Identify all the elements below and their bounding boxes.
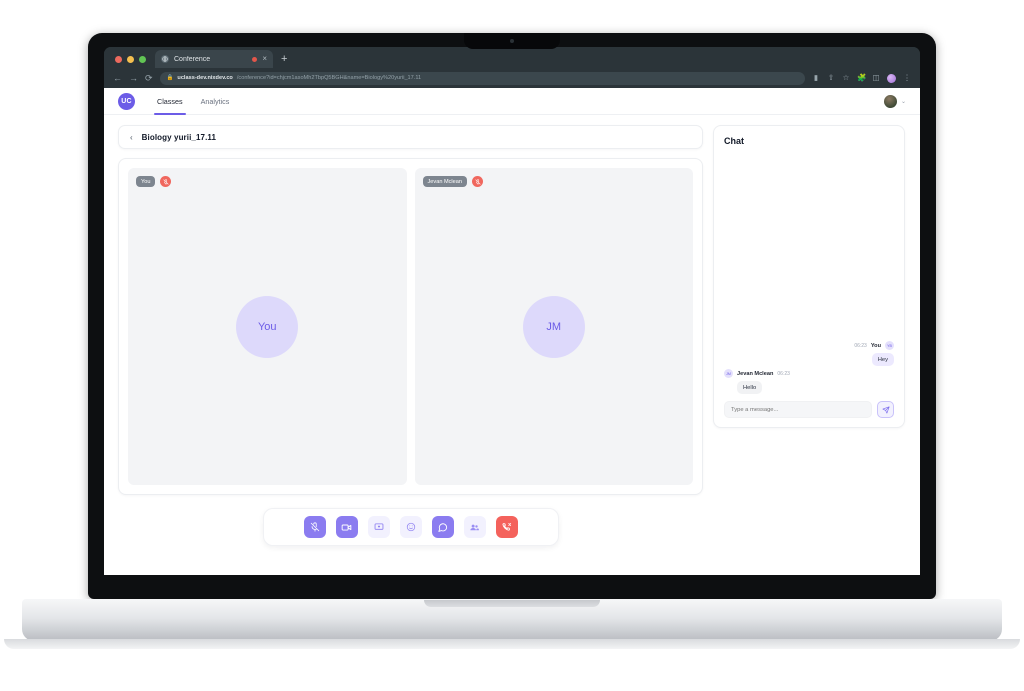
tab-classes[interactable]: Classes — [154, 88, 186, 115]
camera-icon — [341, 522, 352, 533]
avatar: JM — [724, 369, 733, 378]
close-window-button[interactable] — [115, 56, 122, 63]
reactions-button[interactable] — [399, 516, 422, 538]
account-menu[interactable]: ⌄ — [883, 94, 906, 108]
back-icon[interactable]: ← — [113, 73, 122, 83]
tile-header: You — [136, 176, 172, 187]
omnibox-actions: ▮ ⇧ ☆ 🧩 ◫ ⋮ — [812, 73, 911, 83]
message-timestamp: 06:23 — [854, 342, 867, 349]
page-title: Biology yurii_17.11 — [141, 132, 217, 142]
page-viewport: UC Classes Analytics ⌄ ‹ Biology yurii_1… — [104, 88, 920, 575]
lock-icon: 🔒 — [166, 75, 174, 81]
message-author: Jevan Mclean — [737, 370, 774, 377]
close-tab-button[interactable]: × — [262, 55, 267, 63]
room-title-bar: ‹ Biology yurii_17.11 — [118, 125, 703, 149]
participants-button[interactable] — [463, 516, 486, 538]
app-nav-tabs: Classes Analytics — [154, 88, 230, 115]
participant-avatar: JM — [522, 295, 585, 358]
video-tile-jevan-mclean[interactable]: Jevan Mclean JM — [414, 168, 693, 485]
avatar: YB — [885, 341, 894, 350]
participant-name-badge: Jevan Mclean — [422, 176, 468, 187]
send-message-button[interactable] — [877, 401, 894, 418]
mic-off-icon — [472, 176, 484, 187]
microphone-toggle-button[interactable] — [303, 516, 326, 538]
page-content: ‹ Biology yurii_17.11 You You Jevan Mcle… — [104, 115, 920, 546]
chat-panel: Chat 06:23 You YB Hey JM Jevan Mclean 06… — [713, 125, 905, 428]
people-icon — [469, 522, 480, 533]
webcam-icon — [510, 39, 514, 43]
globe-icon — [161, 55, 169, 63]
video-stage: You You Jevan Mclean JM — [118, 158, 703, 495]
message-bubble: Hello — [737, 381, 763, 394]
browser-window: Conference × + ← → ⟳ 🔒 uclass-dev.nixdev… — [104, 47, 920, 575]
profile-avatar-icon[interactable] — [887, 73, 896, 83]
emoji-icon — [406, 522, 416, 532]
share-icon[interactable]: ⇧ — [827, 74, 835, 82]
screen-share-icon — [374, 522, 384, 532]
url-domain: uclass-dev.nixdev.co — [177, 75, 233, 81]
new-tab-button[interactable]: + — [273, 53, 295, 68]
mic-off-icon — [160, 176, 172, 187]
send-paper-plane-icon — [882, 406, 890, 414]
reload-icon[interactable]: ⟳ — [145, 73, 153, 83]
avatar[interactable] — [883, 94, 897, 108]
browser-tab[interactable]: Conference × — [155, 50, 273, 68]
laptop-foot — [4, 639, 1020, 649]
chat-panel-title: Chat — [724, 136, 744, 146]
chat-toggle-button[interactable] — [431, 516, 454, 538]
message-author: You — [870, 342, 881, 349]
address-bar[interactable]: 🔒 uclass-dev.nixdev.co /conference?id=ch… — [159, 71, 805, 85]
tile-header: Jevan Mclean — [422, 176, 484, 187]
conference-column: ‹ Biology yurii_17.11 You You Jevan Mcle… — [118, 125, 703, 546]
message-bubble: Hey — [871, 353, 894, 366]
message-input[interactable] — [724, 401, 872, 418]
message-meta: 06:23 You YB — [854, 341, 894, 350]
chat-message-outgoing: 06:23 You YB Hey — [724, 341, 894, 366]
chat-message-list: 06:23 You YB Hey JM Jevan Mclean 06:23 H… — [724, 146, 894, 394]
tab-analytics[interactable]: Analytics — [201, 88, 230, 115]
kebab-menu-icon[interactable]: ⋮ — [903, 74, 911, 82]
participant-name-badge: You — [136, 176, 156, 187]
browser-tabstrip: Conference × + — [104, 47, 920, 68]
call-controls-bar — [262, 508, 559, 546]
browser-omnibox-bar: ← → ⟳ 🔒 uclass-dev.nixdev.co /conference… — [104, 68, 920, 88]
browser-tab-title: Conference — [174, 55, 211, 63]
video-tile-you[interactable]: You You — [128, 168, 407, 485]
participant-avatar: You — [236, 295, 299, 358]
chat-bubble-icon — [437, 522, 448, 533]
message-meta: JM Jevan Mclean 06:23 — [724, 369, 790, 378]
mic-off-icon — [310, 522, 320, 532]
url-path: /conference?id=chjcm1asoMh2TbpQ5BGH&name… — [236, 75, 422, 81]
bookmark-star-icon[interactable]: ☆ — [842, 74, 850, 82]
minimize-window-button[interactable] — [127, 56, 134, 63]
maximize-window-button[interactable] — [139, 56, 146, 63]
tab-recording-indicator-icon — [252, 56, 258, 62]
screen-share-button[interactable] — [367, 516, 390, 538]
screenshot-root: Conference × + ← → ⟳ 🔒 uclass-dev.nixdev… — [0, 0, 1024, 691]
window-traffic-lights[interactable] — [112, 56, 155, 68]
laptop-base — [22, 599, 1002, 641]
sidepanel-icon[interactable]: ◫ — [872, 74, 880, 82]
camera-toggle-button[interactable] — [335, 516, 358, 538]
phone-hangup-icon — [501, 522, 512, 533]
chevron-left-icon[interactable]: ‹ — [130, 133, 133, 142]
chevron-down-icon[interactable]: ⌄ — [901, 98, 906, 105]
laptop-camera-notch — [464, 33, 560, 49]
end-call-button[interactable] — [495, 516, 518, 538]
chat-composer — [724, 401, 894, 418]
message-timestamp: 06:23 — [777, 370, 790, 377]
forward-icon[interactable]: → — [129, 73, 138, 83]
chat-message-incoming: JM Jevan Mclean 06:23 Hello — [724, 369, 894, 394]
extensions-puzzle-icon[interactable]: 🧩 — [857, 74, 866, 82]
app-header: UC Classes Analytics ⌄ — [104, 88, 920, 115]
media-icon[interactable]: ▮ — [812, 74, 820, 82]
app-logo[interactable]: UC — [118, 92, 135, 110]
